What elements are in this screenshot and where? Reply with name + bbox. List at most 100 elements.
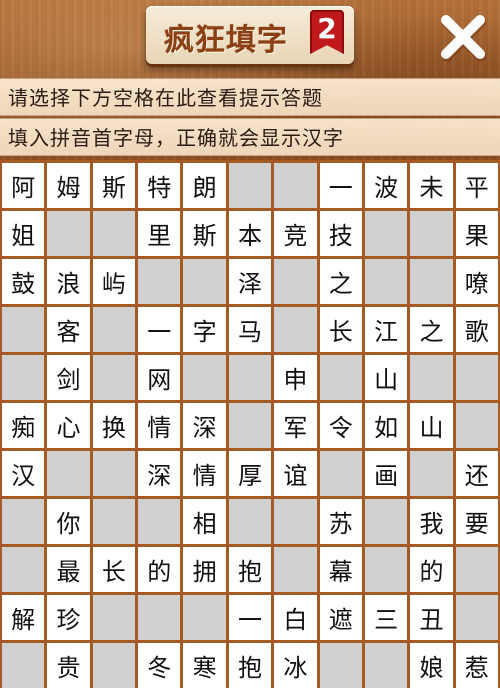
grid-cell[interactable]: 深 (183, 403, 226, 448)
hint-line-2: 填入拼音首字母，正确就会显示汉字 (0, 118, 500, 156)
grid-cell[interactable]: 你 (47, 499, 90, 544)
grid-cell[interactable]: 泽 (228, 259, 272, 304)
blocked-cell (410, 355, 453, 400)
grid-cell[interactable]: 惹 (455, 643, 498, 688)
grid-cell[interactable]: 嘹 (455, 259, 498, 304)
grid-cell[interactable]: 还 (455, 451, 498, 496)
grid-cell[interactable]: 斯 (92, 163, 136, 208)
blocked-cell (274, 547, 317, 592)
grid-cell[interactable]: 特 (138, 163, 181, 208)
grid-cell[interactable]: 心 (47, 403, 90, 448)
blocked-cell (364, 211, 408, 256)
grid-cell[interactable]: 情 (183, 451, 226, 496)
grid-cell[interactable]: 画 (364, 451, 408, 496)
grid-cell[interactable]: 平 (455, 163, 498, 208)
grid-cell[interactable]: 剑 (47, 355, 90, 400)
grid-cell[interactable]: 如 (364, 403, 408, 448)
grid-cell[interactable]: 解 (2, 595, 45, 640)
grid-cell[interactable]: 痴 (2, 403, 45, 448)
blocked-cell (319, 355, 362, 400)
blocked-cell (138, 259, 181, 304)
grid-cell[interactable]: 要 (455, 499, 498, 544)
grid-cell[interactable]: 技 (319, 211, 362, 256)
grid-cell[interactable]: 令 (319, 403, 362, 448)
blocked-cell (2, 355, 45, 400)
grid-cell[interactable]: 果 (455, 211, 498, 256)
blocked-cell (228, 403, 272, 448)
blocked-cell (2, 643, 45, 688)
grid-cell[interactable]: 姐 (2, 211, 45, 256)
grid-cell[interactable]: 汉 (2, 451, 45, 496)
blocked-cell (410, 211, 453, 256)
grid-cell[interactable]: 之 (410, 307, 453, 352)
grid-cell[interactable]: 长 (92, 547, 136, 592)
grid-cell[interactable]: 的 (138, 547, 181, 592)
grid-cell[interactable]: 字 (183, 307, 226, 352)
grid-cell[interactable]: 三 (364, 595, 408, 640)
grid-cell[interactable]: 贵 (47, 643, 90, 688)
blocked-cell (92, 307, 136, 352)
grid-cell[interactable]: 山 (410, 403, 453, 448)
grid-cell[interactable]: 姆 (47, 163, 90, 208)
grid-cell[interactable]: 客 (47, 307, 90, 352)
blocked-cell (274, 163, 317, 208)
grid-cell[interactable]: 谊 (274, 451, 317, 496)
grid-cell[interactable]: 抱 (228, 547, 272, 592)
grid-cell[interactable]: 歌 (455, 307, 498, 352)
blocked-cell (47, 451, 90, 496)
blocked-cell (455, 547, 498, 592)
grid-cell[interactable]: 军 (274, 403, 317, 448)
grid-cell[interactable]: 一 (319, 163, 362, 208)
grid-cell[interactable]: 拥 (183, 547, 226, 592)
grid-cell[interactable]: 抱 (228, 643, 272, 688)
grid-cell[interactable]: 最 (47, 547, 90, 592)
grid-cell[interactable]: 珍 (47, 595, 90, 640)
grid-cell[interactable]: 浪 (47, 259, 90, 304)
top-bar: 疯狂填字 2 (0, 0, 500, 70)
grid-cell[interactable]: 换 (92, 403, 136, 448)
grid-cell[interactable]: 朗 (183, 163, 226, 208)
grid-cell[interactable]: 之 (319, 259, 362, 304)
grid-cell[interactable]: 寒 (183, 643, 226, 688)
grid-cell[interactable]: 苏 (319, 499, 362, 544)
blocked-cell (364, 547, 408, 592)
grid-cell[interactable]: 本 (228, 211, 272, 256)
grid-cell[interactable]: 的 (410, 547, 453, 592)
grid-cell[interactable]: 未 (410, 163, 453, 208)
grid-cell[interactable]: 马 (228, 307, 272, 352)
grid-cell[interactable]: 网 (138, 355, 181, 400)
grid-cell[interactable]: 丑 (410, 595, 453, 640)
grid-cell[interactable]: 一 (138, 307, 181, 352)
grid-cell[interactable]: 一 (228, 595, 272, 640)
title-plate: 疯狂填字 2 (146, 6, 354, 64)
blocked-cell (2, 499, 45, 544)
grid-cell[interactable]: 深 (138, 451, 181, 496)
blocked-cell (92, 451, 136, 496)
grid-cell[interactable]: 厚 (228, 451, 272, 496)
grid-cell[interactable]: 竞 (274, 211, 317, 256)
grid-cell[interactable]: 波 (364, 163, 408, 208)
grid-cell[interactable]: 鼓 (2, 259, 45, 304)
blocked-cell (183, 259, 226, 304)
hint-line-1: 请选择下方空格在此查看提示答题 (0, 78, 500, 116)
grid-cell[interactable]: 冰 (274, 643, 317, 688)
grid-cell[interactable]: 娘 (410, 643, 453, 688)
grid-cell[interactable]: 里 (138, 211, 181, 256)
grid-cell[interactable]: 遮 (319, 595, 362, 640)
grid-cell[interactable]: 相 (183, 499, 226, 544)
grid-cell[interactable]: 申 (274, 355, 317, 400)
grid-cell[interactable]: 斯 (183, 211, 226, 256)
blocked-cell (364, 643, 408, 688)
grid-cell[interactable]: 幕 (319, 547, 362, 592)
grid-cell[interactable]: 屿 (92, 259, 136, 304)
grid-cell[interactable]: 情 (138, 403, 181, 448)
grid-cell[interactable]: 冬 (138, 643, 181, 688)
grid-cell[interactable]: 长 (319, 307, 362, 352)
grid-cell[interactable]: 白 (274, 595, 317, 640)
grid-cell[interactable]: 阿 (2, 163, 45, 208)
close-button[interactable] (438, 12, 488, 62)
blocked-cell (319, 643, 362, 688)
grid-cell[interactable]: 江 (364, 307, 408, 352)
grid-cell[interactable]: 我 (410, 499, 453, 544)
grid-cell[interactable]: 山 (364, 355, 408, 400)
